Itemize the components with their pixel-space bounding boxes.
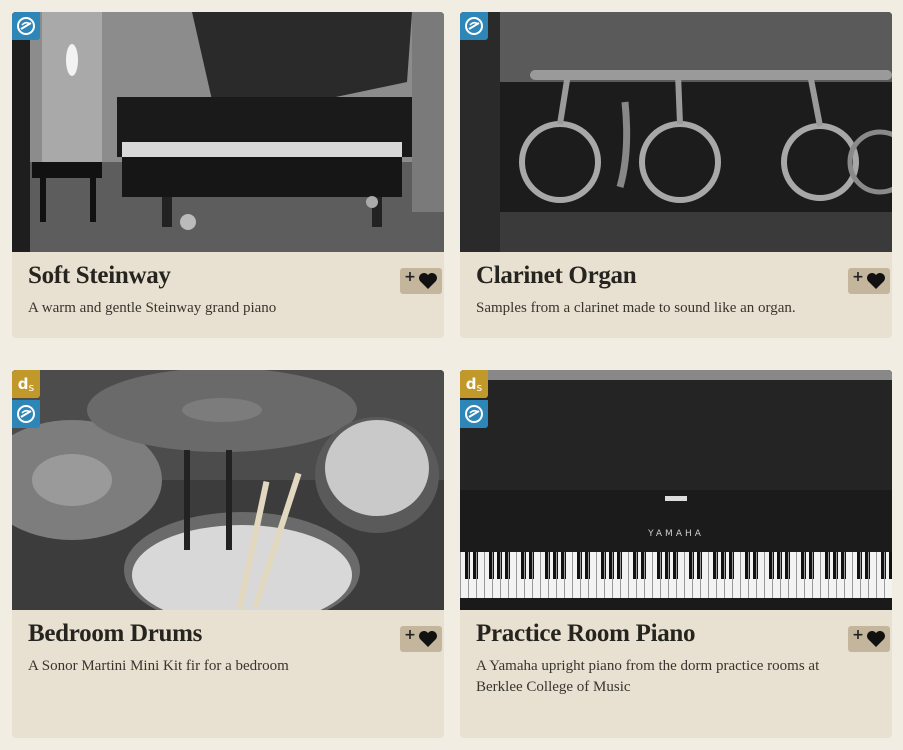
badge-stack (460, 12, 488, 42)
blue-disc-icon (460, 12, 488, 40)
card-description: A warm and gentle Steinway grand piano (28, 300, 277, 316)
instrument-card[interactable]: Soft Steinway A warm and gentle Steinway… (12, 12, 444, 338)
badge-stack (12, 12, 40, 42)
add-favorite-button[interactable]: + (400, 626, 442, 652)
add-favorite-button[interactable]: + (848, 626, 890, 652)
heart-icon (418, 273, 437, 289)
blue-disc-icon (12, 12, 40, 40)
instrument-card[interactable]: ds Bedroom Drums A Sonor Martini Mini Ki… (12, 370, 444, 738)
card-photo[interactable]: YAMAHA ds (460, 370, 892, 610)
card-description: A Yamaha upright piano from the dorm pra… (476, 658, 820, 695)
plus-icon: + (404, 269, 416, 285)
card-title[interactable]: Bedroom Drums (28, 620, 428, 648)
ds-badge: ds (460, 370, 488, 398)
card-title[interactable]: Soft Steinway (28, 262, 428, 290)
plus-icon: + (852, 269, 864, 285)
piano-brand-text: YAMAHA (647, 529, 704, 539)
card-info: Bedroom Drums A Sonor Martini Mini Kit f… (12, 610, 444, 677)
card-photo[interactable]: ds (12, 370, 444, 610)
card-photo[interactable] (460, 12, 892, 252)
heart-icon (866, 631, 885, 647)
card-title[interactable]: Practice Room Piano (476, 620, 876, 648)
blue-disc-icon (460, 400, 488, 428)
blue-disc-icon (12, 400, 40, 428)
instrument-card[interactable]: Clarinet Organ Samples from a clarinet m… (460, 12, 892, 338)
grand-piano-photo (12, 12, 444, 252)
clarinet-photo (460, 12, 892, 252)
card-info: Soft Steinway A warm and gentle Steinway… (12, 252, 444, 319)
card-info: Clarinet Organ Samples from a clarinet m… (460, 252, 892, 319)
add-favorite-button[interactable]: + (848, 268, 890, 294)
badge-stack: ds (12, 370, 40, 430)
heart-icon (866, 273, 885, 289)
card-photo[interactable] (12, 12, 444, 252)
upright-piano-photo: YAMAHA (460, 370, 892, 610)
heart-icon (418, 631, 437, 647)
add-favorite-button[interactable]: + (400, 268, 442, 294)
plus-icon: + (852, 627, 864, 643)
badge-stack: ds (460, 370, 488, 430)
card-info: Practice Room Piano A Yamaha upright pia… (460, 610, 892, 698)
card-description: Samples from a clarinet made to sound li… (476, 300, 796, 316)
drum-kit-photo (12, 370, 444, 610)
instrument-card[interactable]: YAMAHA ds Practice Room Piano A Yamaha u… (460, 370, 892, 738)
card-title[interactable]: Clarinet Organ (476, 262, 876, 290)
ds-badge: ds (12, 370, 40, 398)
card-description: A Sonor Martini Mini Kit fir for a bedro… (28, 658, 289, 674)
plus-icon: + (404, 627, 416, 643)
